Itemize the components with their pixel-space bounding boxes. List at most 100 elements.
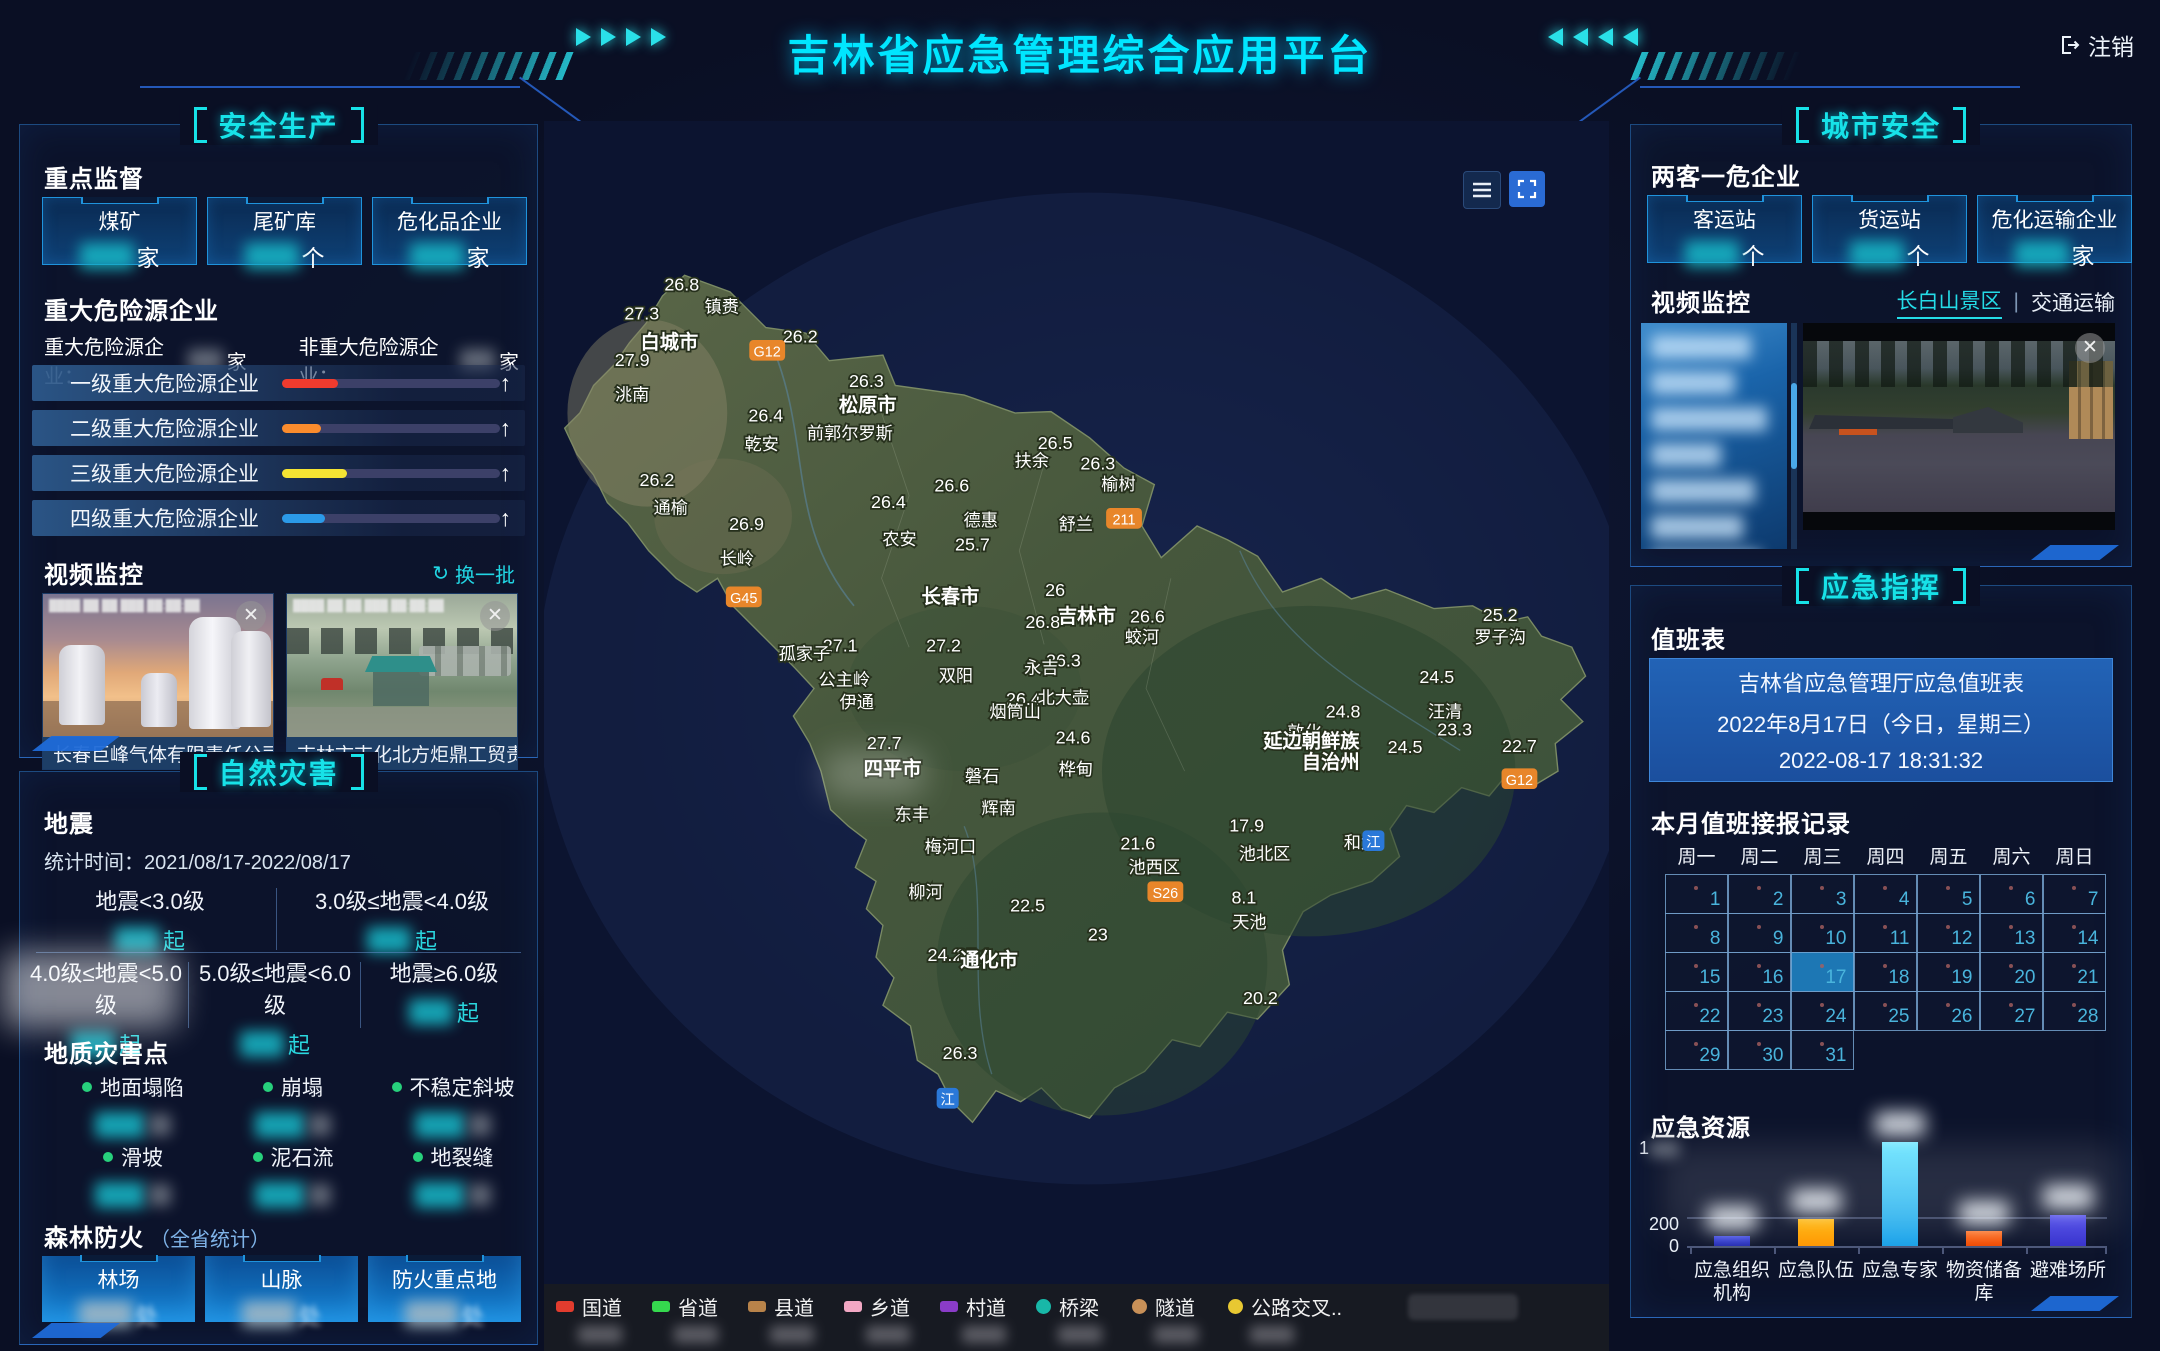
map-temperature-label: 25.7: [955, 535, 990, 555]
calendar-day[interactable]: 9: [1728, 913, 1791, 953]
stat-button-货运站[interactable]: 货运站个: [1812, 195, 1967, 263]
scrollbar-thumb[interactable]: [1791, 383, 1797, 469]
blurred-value: [405, 1301, 459, 1327]
calendar-day[interactable]: 29: [1665, 1030, 1728, 1070]
quake-value: 起: [364, 996, 524, 1028]
blurred-value: [1685, 241, 1739, 267]
day-dot: [2009, 886, 2013, 890]
calendar-day[interactable]: 30: [1728, 1030, 1791, 1070]
calendar-day[interactable]: 14: [2043, 913, 2106, 953]
calendar-day[interactable]: 10: [1791, 913, 1854, 953]
stat-button-煤矿[interactable]: 煤矿家: [42, 197, 197, 265]
legend-item-县道[interactable]: 县道: [748, 1292, 814, 1351]
scrollbar-track[interactable]: [1791, 323, 1797, 549]
close-icon[interactable]: ✕: [2075, 333, 2105, 363]
day-dot: [1820, 886, 1824, 890]
map-city-label: 磐石: [965, 766, 999, 786]
day-dot: [1820, 1003, 1824, 1007]
stat-button-尾矿库[interactable]: 尾矿库个: [207, 197, 362, 265]
geo-item: 崩塌: [214, 1072, 372, 1138]
stat-button-防火重点地[interactable]: 防火重点地处: [368, 1256, 521, 1322]
xtick: [1774, 1246, 1776, 1254]
calendar-day[interactable]: 21: [2043, 952, 2106, 992]
legend-item-桥梁[interactable]: 桥梁: [1036, 1292, 1102, 1351]
legend-item-公路交叉..[interactable]: 公路交叉..: [1228, 1292, 1342, 1351]
calendar-day[interactable]: 1: [1665, 874, 1728, 914]
camera-list[interactable]: [1641, 323, 1787, 549]
xtick: [1858, 1246, 1860, 1254]
calendar-day[interactable]: 31: [1791, 1030, 1854, 1070]
geo-item: 滑坡: [54, 1142, 212, 1208]
calendar-day[interactable]: 20: [1980, 952, 2043, 992]
blurred-unit: [149, 1114, 171, 1136]
legend-row: 隧道: [1132, 1292, 1198, 1321]
calendar-day[interactable]: 25: [1854, 991, 1917, 1031]
calendar-day[interactable]: 8: [1665, 913, 1728, 953]
day-dot: [1757, 964, 1761, 968]
calendar-day[interactable]: 13: [1980, 913, 2043, 953]
map-layers-button[interactable]: [1463, 171, 1501, 209]
panel-natural-disaster: 自然灾害 地震 统计时间：2021/08/17-2022/08/17 地震<3.…: [19, 771, 538, 1345]
calendar-day[interactable]: 11: [1854, 913, 1917, 953]
province-map[interactable]: 26.827.327.926.226.326.426.526.326.626.2…: [544, 121, 1609, 1351]
video-player[interactable]: ✕: [1803, 323, 2115, 530]
logout-button[interactable]: 注销: [2058, 28, 2134, 62]
calendar-day[interactable]: 7: [2043, 874, 2106, 914]
blurred-value: [255, 1182, 305, 1208]
calendar-day[interactable]: 23: [1728, 991, 1791, 1031]
stat-button-林场[interactable]: 林场处: [42, 1256, 195, 1322]
calendar-day[interactable]: 28: [2043, 991, 2106, 1031]
calendar-day[interactable]: 15: [1665, 952, 1728, 992]
page-title: 吉林省应急管理综合应用平台: [0, 22, 2160, 83]
stat-button-客运站[interactable]: 客运站个: [1647, 195, 1802, 263]
map-fullscreen-button[interactable]: [1509, 171, 1545, 207]
panel-disaster-title: 自然灾害: [179, 752, 377, 792]
tab-changbaishan[interactable]: 长白山景区: [1897, 285, 2002, 319]
calendar-day[interactable]: 27: [1980, 991, 2043, 1031]
calendar-day[interactable]: 18: [1854, 952, 1917, 992]
up-arrow-icon: ↑: [500, 370, 512, 397]
hazard-header: 重大危险源企业: [44, 291, 219, 326]
stat-button-危化运输企业[interactable]: 危化运输企业家: [1977, 195, 2132, 263]
stat-button-山脉[interactable]: 山脉处: [205, 1256, 358, 1322]
calendar-day[interactable]: 19: [1917, 952, 1980, 992]
green-dot-icon: [103, 1152, 113, 1162]
duty-line-1: 吉林省应急管理厅应急值班表: [1650, 666, 2112, 698]
calendar-day[interactable]: 3: [1791, 874, 1854, 914]
panel-corner-accent: [2031, 1296, 2119, 1311]
close-icon[interactable]: ✕: [236, 601, 266, 631]
geo-label: 不稳定斜坡: [374, 1072, 532, 1102]
blurred-value: [245, 243, 299, 269]
stat-button-危化品企业[interactable]: 危化品企业家: [372, 197, 527, 265]
badge-label: G12: [754, 345, 781, 361]
calendar-day[interactable]: 22: [1665, 991, 1728, 1031]
refresh-batch-link[interactable]: ↻ 换一批: [432, 559, 515, 588]
panel-emergency-command: 应急指挥 值班表 吉林省应急管理厅应急值班表 2022年8月17日（今日，星期三…: [1630, 585, 2132, 1318]
close-icon[interactable]: ✕: [480, 601, 510, 631]
duty-clock: 2022-08-17 18:31:32: [1650, 748, 2112, 774]
hazard-level-row: 一级重大危险源企业↑: [32, 365, 525, 401]
tab-transport[interactable]: 交通运输: [2031, 287, 2115, 317]
map-city-label: 松原市: [839, 394, 897, 417]
camera-card[interactable]: ████ ██ ██ ███ ██:██:██ ✕ 吉林市吉化北方炬鼎工贸责任.…: [286, 593, 518, 770]
calendar-day[interactable]: 5: [1917, 874, 1980, 914]
weekday-label: 周六: [1980, 842, 2043, 869]
legend-item-村道[interactable]: 村道: [940, 1292, 1006, 1351]
map-temperature-label: 17.9: [1229, 816, 1264, 836]
legend-item-省道[interactable]: 省道: [652, 1292, 718, 1351]
legend-row: 县道: [748, 1292, 814, 1321]
map-city-label: 通榆: [654, 498, 688, 518]
legend-item-国道[interactable]: 国道: [556, 1292, 622, 1351]
calendar-day[interactable]: 6: [1980, 874, 2043, 914]
calendar-day[interactable]: 24: [1791, 991, 1854, 1031]
video-scene: [1803, 341, 2115, 512]
calendar-day[interactable]: 17: [1791, 952, 1854, 992]
legend-item-隧道[interactable]: 隧道: [1132, 1292, 1198, 1351]
calendar-day[interactable]: 4: [1854, 874, 1917, 914]
calendar-day[interactable]: 26: [1917, 991, 1980, 1031]
legend-item-乡道[interactable]: 乡道: [844, 1292, 910, 1351]
duty-line-2: 2022年8月17日（今日，星期三）: [1650, 707, 2112, 739]
calendar-day[interactable]: 12: [1917, 913, 1980, 953]
calendar-day[interactable]: 2: [1728, 874, 1791, 914]
calendar-day[interactable]: 16: [1728, 952, 1791, 992]
